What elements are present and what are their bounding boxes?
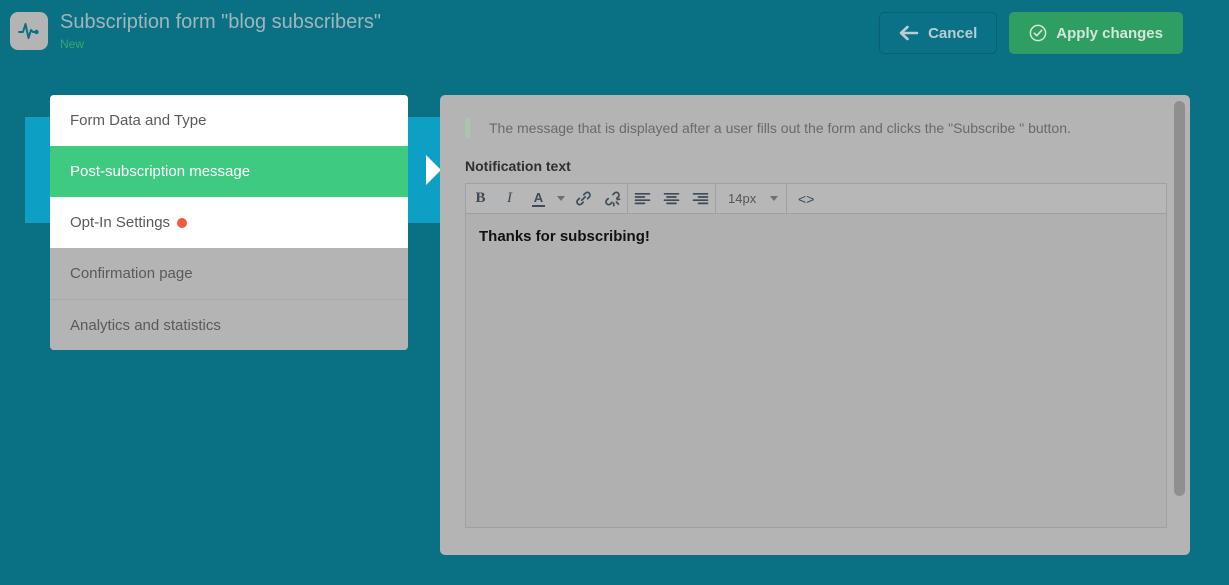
check-circle-icon <box>1029 24 1047 42</box>
editor-toolbar-group-source: <> <box>787 184 825 213</box>
text-color-icon: A <box>532 191 545 207</box>
sidebar-item-label: Opt-In Settings <box>70 214 170 231</box>
italic-button[interactable]: I <box>495 184 524 213</box>
main-content-panel: The message that is displayed after a us… <box>440 95 1190 555</box>
cancel-button[interactable]: Cancel <box>879 12 997 54</box>
sidebar-item-opt-in-settings[interactable]: Opt-In Settings <box>50 197 408 248</box>
page-title: Subscription form "blog subscribers" <box>60 9 381 35</box>
editor-toolbar-group-align <box>628 184 716 213</box>
insert-link-button[interactable] <box>569 184 598 213</box>
editor-content-text: Thanks for subscribing! <box>479 228 650 245</box>
align-center-button[interactable] <box>657 184 686 213</box>
editor-content-area[interactable]: Thanks for subscribing! <box>466 214 1166 245</box>
text-color-button[interactable]: A <box>524 184 553 213</box>
header-titles: Subscription form "blog subscribers" New <box>60 9 381 52</box>
settings-nav-panel: Form Data and Type Post-subscription mes… <box>50 95 408 350</box>
remove-link-button[interactable] <box>598 184 627 213</box>
text-color-dropdown-button[interactable] <box>553 184 569 213</box>
arrow-left-icon <box>899 25 919 41</box>
app-header: Subscription form "blog subscribers" New… <box>0 0 1229 70</box>
font-size-value: 14px <box>728 191 756 206</box>
chevron-down-icon <box>770 196 778 201</box>
sidebar-item-form-data-and-type[interactable]: Form Data and Type <box>50 95 408 146</box>
header-actions: Cancel Apply changes <box>879 12 1183 54</box>
status-badge: New <box>60 36 381 52</box>
nav-active-pointer-icon <box>426 155 441 185</box>
notification-text-editor: B I A <box>465 183 1167 528</box>
source-code-button[interactable]: <> <box>787 184 825 213</box>
font-size-select[interactable]: 14px <box>716 184 786 213</box>
notification-text-label: Notification text <box>465 158 571 174</box>
unlink-icon <box>604 190 621 207</box>
hint-text: The message that is displayed after a us… <box>470 118 1071 138</box>
apply-changes-button[interactable]: Apply changes <box>1009 12 1183 54</box>
sidebar-item-label: Form Data and Type <box>70 112 206 129</box>
sidebar-item-confirmation-page[interactable]: Confirmation page <box>50 248 408 299</box>
apply-changes-button-label: Apply changes <box>1056 25 1163 42</box>
chevron-down-icon <box>557 196 565 201</box>
align-center-icon <box>663 192 680 205</box>
panel-scrollbar-thumb[interactable] <box>1174 101 1185 496</box>
align-left-icon <box>634 192 651 205</box>
align-left-button[interactable] <box>628 184 657 213</box>
code-brackets-icon: <> <box>798 191 814 207</box>
activity-pulse-icon <box>10 12 48 50</box>
red-dot-icon <box>177 218 187 228</box>
link-icon <box>575 190 592 207</box>
align-right-icon <box>692 192 709 205</box>
editor-toolbar-group-font-size: 14px <box>716 184 787 213</box>
align-right-button[interactable] <box>686 184 715 213</box>
bold-button[interactable]: B <box>466 184 495 213</box>
sidebar-item-label: Analytics and statistics <box>70 317 221 334</box>
editor-toolbar-group-format: B I A <box>466 184 628 213</box>
sidebar-item-label: Confirmation page <box>70 265 193 282</box>
cancel-button-label: Cancel <box>928 25 977 42</box>
panel-scrollbar[interactable] <box>1174 97 1188 553</box>
sidebar-item-analytics-and-statistics[interactable]: Analytics and statistics <box>50 299 408 350</box>
hint-callout: The message that is displayed after a us… <box>465 118 1071 138</box>
sidebar-item-post-subscription-message[interactable]: Post-subscription message <box>50 146 408 197</box>
editor-toolbar: B I A <box>466 184 1166 214</box>
sidebar-item-label: Post-subscription message <box>70 163 250 180</box>
